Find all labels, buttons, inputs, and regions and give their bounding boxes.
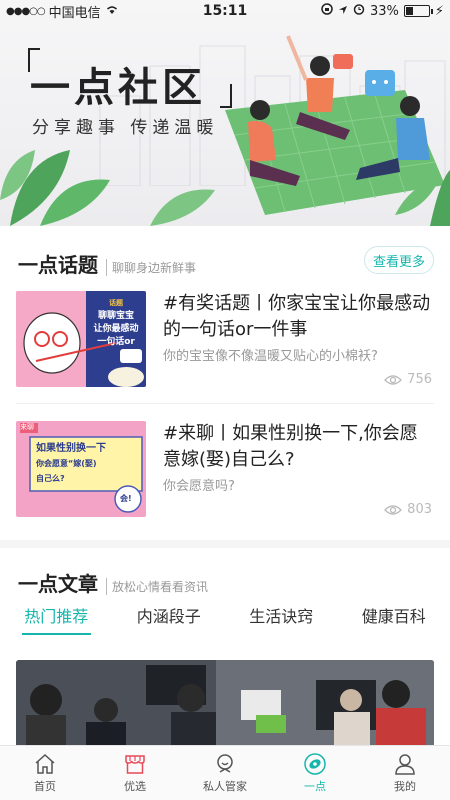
battery-percent: 33%: [369, 3, 399, 19]
thumb-text-line: 自己么?: [36, 474, 65, 483]
person-icon: [395, 754, 415, 775]
tabbar-home[interactable]: 首页: [0, 746, 90, 800]
tabbar-label: 私人管家: [203, 780, 247, 793]
view-count: 803: [384, 502, 432, 517]
thumb-text-line: 你会愿意“嫁(娶): [36, 459, 97, 468]
section-subtitle: 放松心情看看资讯: [106, 578, 208, 595]
butler-icon: [217, 754, 233, 773]
topic-thumbnail: 话题 聊聊宝宝 让你最感动 一句话or: [16, 291, 146, 387]
wifi-icon: [105, 4, 119, 19]
bracket-right: [220, 84, 232, 108]
banner-title: 一点社区: [30, 65, 206, 111]
tabbar-label: 优选: [124, 780, 146, 793]
tabbar-label: 我的: [394, 780, 416, 793]
clock: 15:11: [202, 3, 248, 19]
tab-health[interactable]: 健康百科: [338, 597, 450, 637]
signal-icon: ●●●○○: [6, 5, 46, 17]
topics-section-header: 一点话题 聊聊身边新鲜事: [18, 249, 196, 278]
article-tabs: 热门推荐 内涵段子 生活诀窍 健康百科: [0, 597, 450, 637]
topic-thumbnail: 来聊 如果性别换一下 你会愿意“嫁(娶) 自己么? 会!: [16, 421, 146, 517]
thumb-text-line: 让你最感动: [93, 324, 139, 334]
thumb-bubble: 会!: [120, 494, 132, 503]
topic-description: 你会愿意吗?: [163, 479, 235, 494]
tabbar-label: 首页: [34, 780, 56, 793]
home-icon: [35, 753, 55, 774]
banner-subtitle: 分享趣事 传递温暖: [32, 118, 219, 138]
topic-title: #有奖话题丨你家宝宝让你最感动的一句话or一件事: [163, 293, 431, 340]
tabbar-mine[interactable]: 我的: [360, 746, 450, 800]
topic-title: #来聊丨如果性别换一下,你会愿意嫁(娶)自己么?: [163, 423, 418, 470]
section-title: 一点话题: [18, 253, 98, 277]
tabbar-label: 一点: [304, 780, 326, 793]
view-count: 756: [384, 372, 432, 387]
section-divider: [0, 540, 450, 548]
view-count-value: 756: [407, 372, 432, 387]
view-count-value: 803: [407, 502, 432, 517]
thumb-text-line: 聊聊宝宝: [97, 311, 134, 321]
tab-hot[interactable]: 热门推荐: [0, 597, 113, 637]
shop-icon: [125, 755, 145, 774]
tabbar-featured[interactable]: 优选: [90, 746, 180, 800]
view-more-button[interactable]: 查看更多: [364, 246, 434, 274]
thumb-text-line: 如果性别换一下: [36, 443, 106, 454]
article-cover-image[interactable]: [16, 660, 434, 750]
section-subtitle: 聊聊身边新鲜事: [106, 259, 196, 276]
section-title: 一点文章: [18, 572, 98, 596]
topic-item[interactable]: 话题 聊聊宝宝 让你最感动 一句话or #有奖话题丨你家宝宝让你最感动的一句话o…: [16, 291, 434, 387]
battery-icon: [403, 5, 433, 17]
eye-icon: [384, 374, 403, 385]
thumb-text-line: 一句话or: [97, 337, 135, 347]
dot-icon: [304, 753, 326, 775]
tab-jokes[interactable]: 内涵段子: [113, 597, 226, 637]
status-bar: ●●●○○ 中国电信 15:11 33% ⚡: [0, 0, 450, 22]
carrier-label: 中国电信: [48, 5, 101, 21]
thumb-tag: 话题: [109, 299, 123, 307]
tabbar-yidian[interactable]: 一点: [270, 746, 360, 800]
location-icon: [338, 4, 348, 19]
articles-section-header: 一点文章 放松心情看看资讯: [18, 568, 208, 597]
topic-description: 你的宝宝像不像温暖又贴心的小棉袄?: [163, 349, 378, 364]
rotation-lock-icon: [321, 3, 333, 19]
divider: [16, 403, 434, 404]
bottom-tab-bar: 首页 优选 私人管家 一点 我的: [0, 745, 450, 800]
tab-life-tips[interactable]: 生活诀窍: [225, 597, 338, 637]
charging-icon: ⚡: [434, 3, 444, 19]
topic-item[interactable]: 来聊 如果性别换一下 你会愿意“嫁(娶) 自己么? 会! #来聊丨如果性别换一下…: [16, 421, 434, 517]
eye-icon: [384, 504, 403, 515]
alarm-icon: [353, 3, 365, 19]
thumb-tag: 来聊: [20, 423, 34, 431]
tabbar-butler[interactable]: 私人管家: [180, 746, 270, 800]
community-banner[interactable]: 一点社区 分享趣事 传递温暖: [0, 0, 450, 226]
